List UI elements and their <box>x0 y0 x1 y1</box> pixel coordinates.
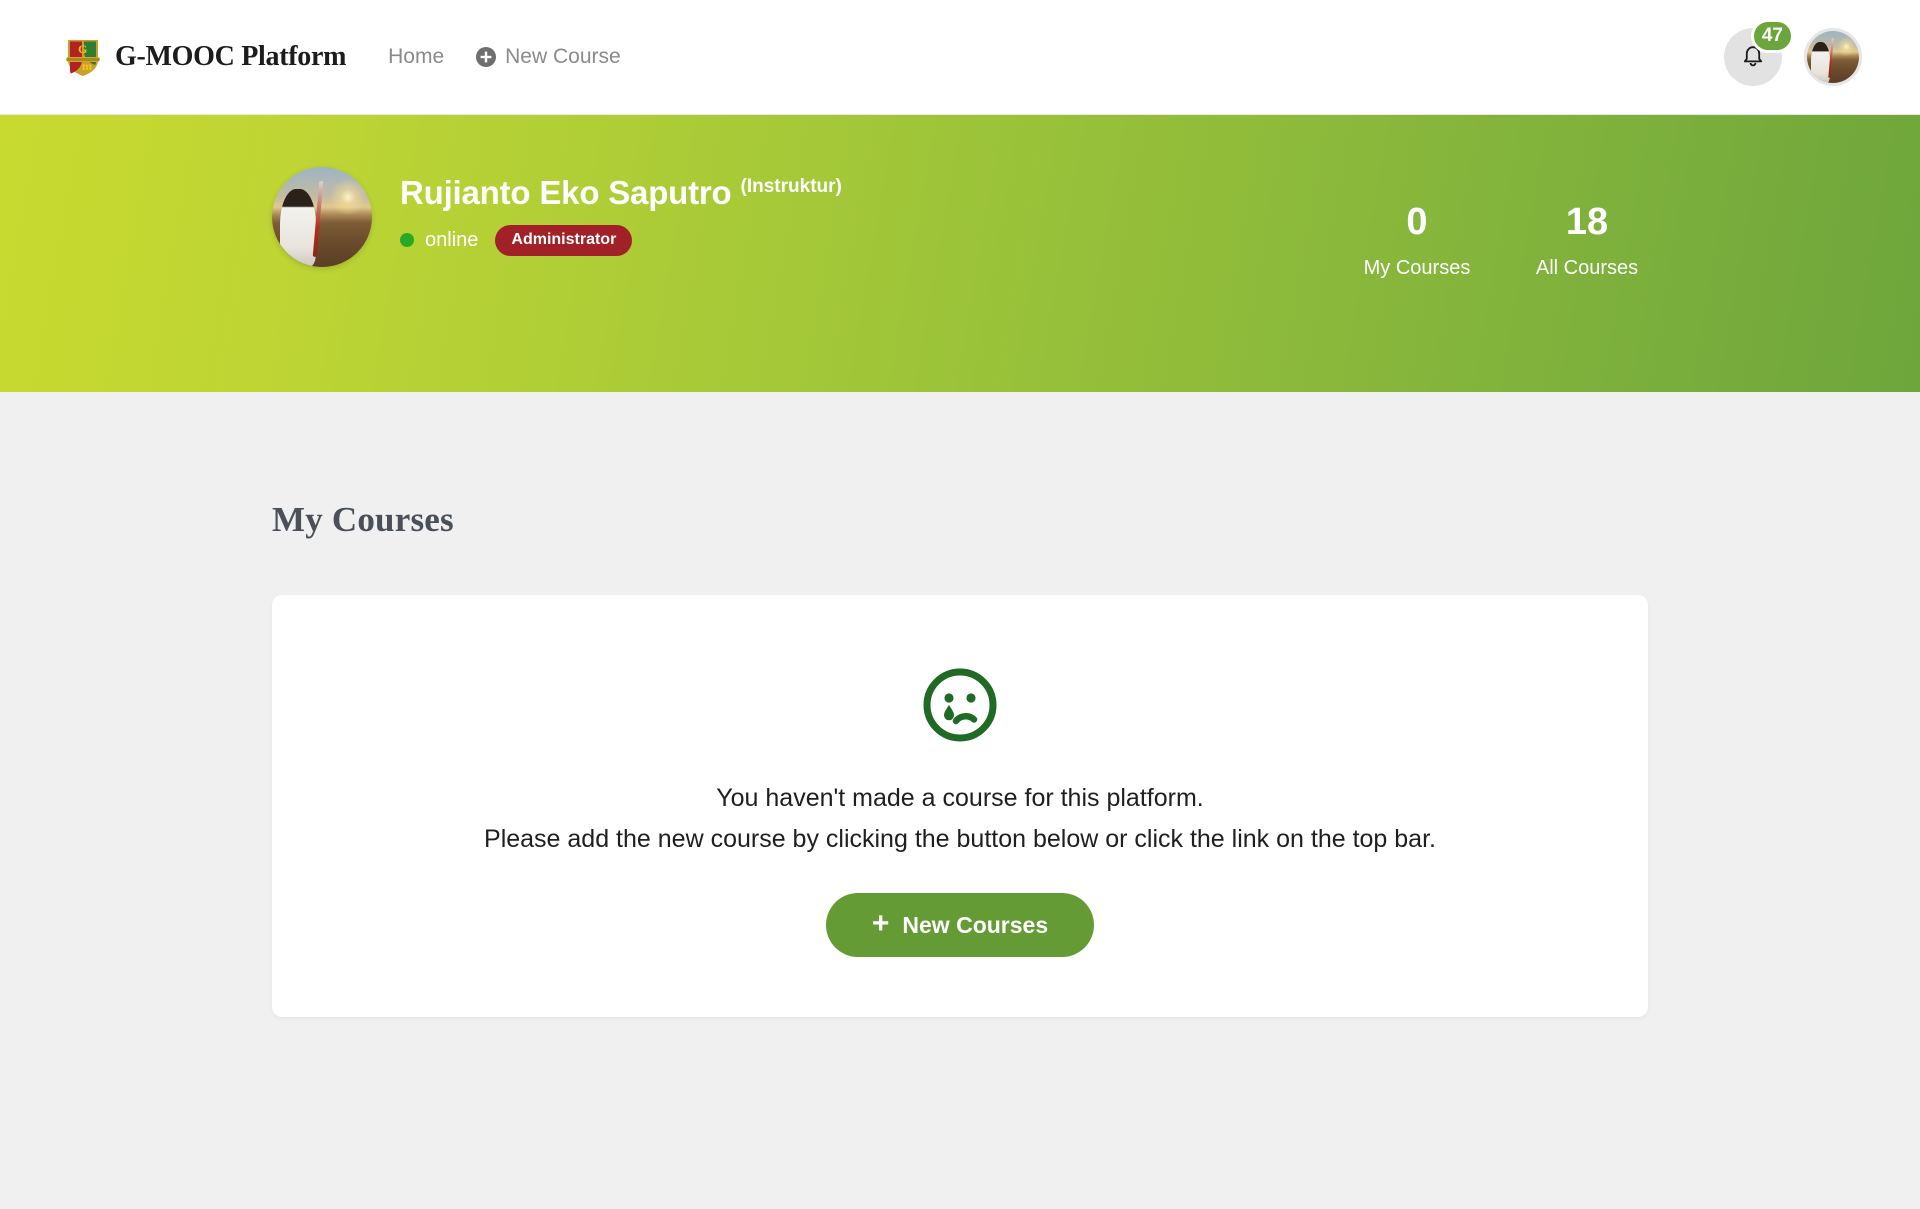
profile-avatar-photo <box>272 167 372 267</box>
course-stats: 0 My Courses 18 All Courses <box>1332 203 1672 280</box>
shield-crest-logo-icon: G m <box>64 37 102 77</box>
nav-link-new-course-label: New Course <box>505 45 621 68</box>
stat-all-courses-label: All Courses <box>1535 257 1639 279</box>
stat-my-courses-label: My Courses <box>1363 257 1471 279</box>
navbar-right-actions: 47 <box>1724 19 1862 86</box>
profile-status-row: online Administrator <box>400 224 842 256</box>
online-status-dot-icon <box>400 233 414 248</box>
role-badge: Administrator <box>495 224 633 256</box>
new-courses-button[interactable]: + New Courses <box>825 893 1095 957</box>
new-courses-button-label: New Courses <box>902 911 1049 938</box>
nav-link-home[interactable]: Home <box>388 45 444 69</box>
main-content: My Courses You haven't made a course for… <box>0 500 1920 1209</box>
online-status-label: online <box>425 228 479 251</box>
user-avatar-button[interactable] <box>1804 28 1862 86</box>
profile-avatar[interactable] <box>272 167 372 267</box>
empty-state-line-2: Please add the new course by clicking th… <box>484 824 1436 853</box>
nav-link-home-label: Home <box>388 45 445 68</box>
top-navbar: G m G-MOOC Platform Home New Course 47 <box>0 0 1920 115</box>
empty-state-card: You haven't made a course for this platf… <box>272 595 1648 1017</box>
stat-my-courses-value: 0 <box>1406 201 1428 243</box>
stat-all-courses[interactable]: 18 All Courses <box>1502 203 1672 280</box>
profile-role-suffix: (Instruktur) <box>740 176 842 197</box>
stat-all-courses-value: 18 <box>1565 201 1609 243</box>
nav-link-new-course[interactable]: New Course <box>476 45 621 69</box>
avatar-photo <box>1807 31 1859 83</box>
empty-state-line-1: You haven't made a course for this platf… <box>716 784 1204 812</box>
stat-my-courses[interactable]: 0 My Courses <box>1332 203 1502 280</box>
sad-face-icon <box>312 665 1608 750</box>
page-title: My Courses <box>272 500 454 539</box>
empty-state-message: You haven't made a course for this platf… <box>385 778 1535 859</box>
notifications-button[interactable]: 47 <box>1724 19 1794 86</box>
svg-text:G: G <box>78 42 87 56</box>
brand-home-link[interactable]: G m G-MOOC Platform <box>64 37 346 77</box>
primary-nav: Home New Course <box>388 45 621 69</box>
profile-banner: Rujianto Eko Saputro (Instruktur) online… <box>0 115 1920 392</box>
brand-title: G-MOOC Platform <box>115 41 347 72</box>
profile-name: Rujianto Eko Saputro <box>400 174 732 211</box>
circle-plus-icon <box>476 47 497 67</box>
plus-icon: + <box>871 906 890 940</box>
profile-summary: Rujianto Eko Saputro (Instruktur) online… <box>272 167 842 267</box>
notification-count-badge: 47 <box>1750 19 1794 53</box>
